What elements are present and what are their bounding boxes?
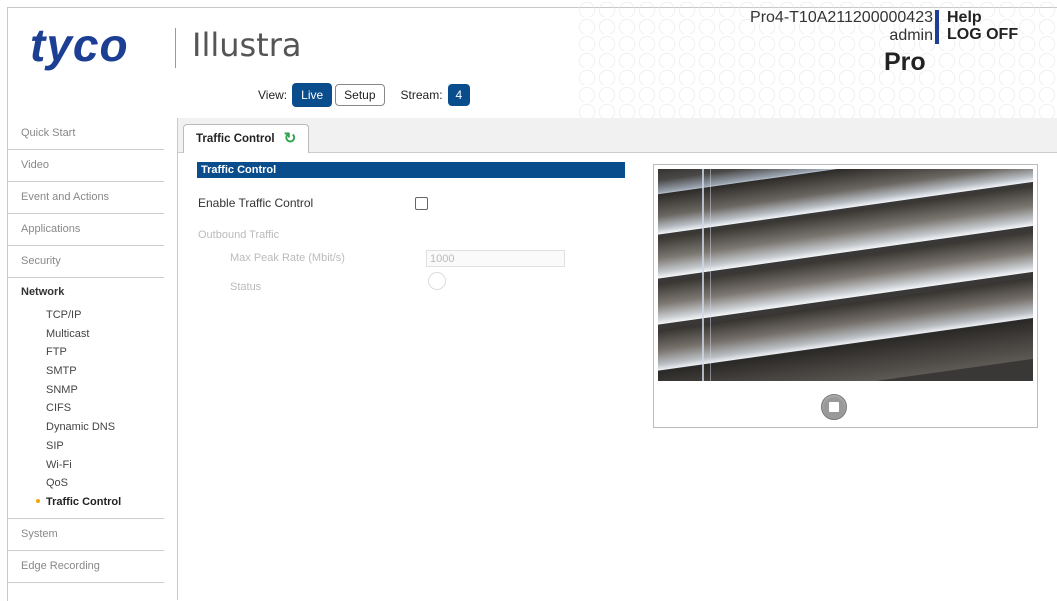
view-bar: View: Live Setup Stream: 4 — [258, 83, 471, 107]
view-label: View: — [258, 88, 288, 102]
sidebar-item-network[interactable]: Network — [7, 278, 164, 306]
illustra-logo: Illustra — [192, 26, 302, 64]
setup-button[interactable]: Setup — [335, 84, 385, 106]
sidebar-subitem-wifi[interactable]: Wi-Fi — [7, 456, 164, 475]
stop-video-button[interactable] — [821, 394, 847, 420]
sidebar-subitem-qos[interactable]: QoS — [7, 474, 164, 493]
header: tyco Illustra Pro4-T10A211200000423 admi… — [0, 0, 1057, 118]
sidebar-subitem-smtp[interactable]: SMTP — [7, 362, 164, 381]
stream-selector[interactable]: 4 — [447, 84, 471, 106]
status-indicator — [428, 272, 446, 290]
blind-cord — [710, 169, 711, 381]
live-button[interactable]: Live — [292, 83, 333, 107]
enable-traffic-control-label: Enable Traffic Control — [198, 196, 314, 210]
blind-cord — [702, 169, 704, 381]
section-header: Traffic Control — [197, 162, 625, 178]
tab-strip: Traffic Control ↻ — [178, 118, 1057, 153]
sidebar-subitem-sip[interactable]: SIP — [7, 437, 164, 456]
network-submenu: TCP/IP Multicast FTP SMTP SNMP CIFS Dyna… — [7, 306, 164, 519]
tyco-logo: tyco — [30, 19, 129, 71]
max-peak-rate-label: Max Peak Rate (Mbit/s) — [230, 252, 345, 264]
model-label: Pro — [884, 48, 926, 76]
sidebar-item-security[interactable]: Security — [7, 246, 164, 278]
tab-label: Traffic Control — [196, 133, 275, 145]
stream-label: Stream: — [400, 88, 443, 102]
help-link[interactable]: Help — [947, 9, 982, 27]
refresh-icon[interactable]: ↻ — [284, 125, 297, 153]
sidebar-subitem-snmp[interactable]: SNMP — [7, 381, 164, 400]
logo-divider — [175, 28, 176, 68]
tab-traffic-control[interactable]: Traffic Control ↻ — [183, 124, 310, 153]
sidebar-item-quick-start[interactable]: Quick Start — [7, 118, 164, 150]
header-divider — [935, 10, 939, 44]
sidebar-subitem-tcpip[interactable]: TCP/IP — [7, 306, 164, 325]
sidebar-subitem-traffic-control[interactable]: Traffic Control — [7, 493, 164, 512]
status-label: Status — [230, 281, 262, 293]
sidebar-item-event-and-actions[interactable]: Event and Actions — [7, 182, 164, 214]
enable-traffic-control-checkbox[interactable] — [415, 197, 428, 210]
sidebar: Quick Start Video Event and Actions Appl… — [7, 118, 178, 600]
sidebar-subitem-label: Traffic Control — [46, 495, 122, 508]
sidebar-item-video[interactable]: Video — [7, 150, 164, 182]
current-user: admin — [889, 27, 933, 44]
video-preview-panel — [653, 164, 1038, 428]
sidebar-subitem-ftp[interactable]: FTP — [7, 343, 164, 362]
logoff-link[interactable]: LOG OFF — [947, 26, 1018, 44]
device-id: Pro4-T10A211200000423 — [750, 9, 933, 26]
sidebar-item-applications[interactable]: Applications — [7, 214, 164, 246]
outbound-traffic-label: Outbound Traffic — [198, 229, 280, 241]
sidebar-item-edge-recording[interactable]: Edge Recording — [7, 551, 164, 583]
sidebar-subitem-cifs[interactable]: CIFS — [7, 399, 164, 418]
sidebar-subitem-dynamic-dns[interactable]: Dynamic DNS — [7, 418, 164, 437]
live-video-feed — [658, 169, 1033, 381]
max-peak-rate-input[interactable] — [426, 250, 565, 267]
selected-dot-icon — [36, 498, 40, 503]
sidebar-subitem-multicast[interactable]: Multicast — [7, 325, 164, 344]
sidebar-item-system[interactable]: System — [7, 519, 164, 551]
